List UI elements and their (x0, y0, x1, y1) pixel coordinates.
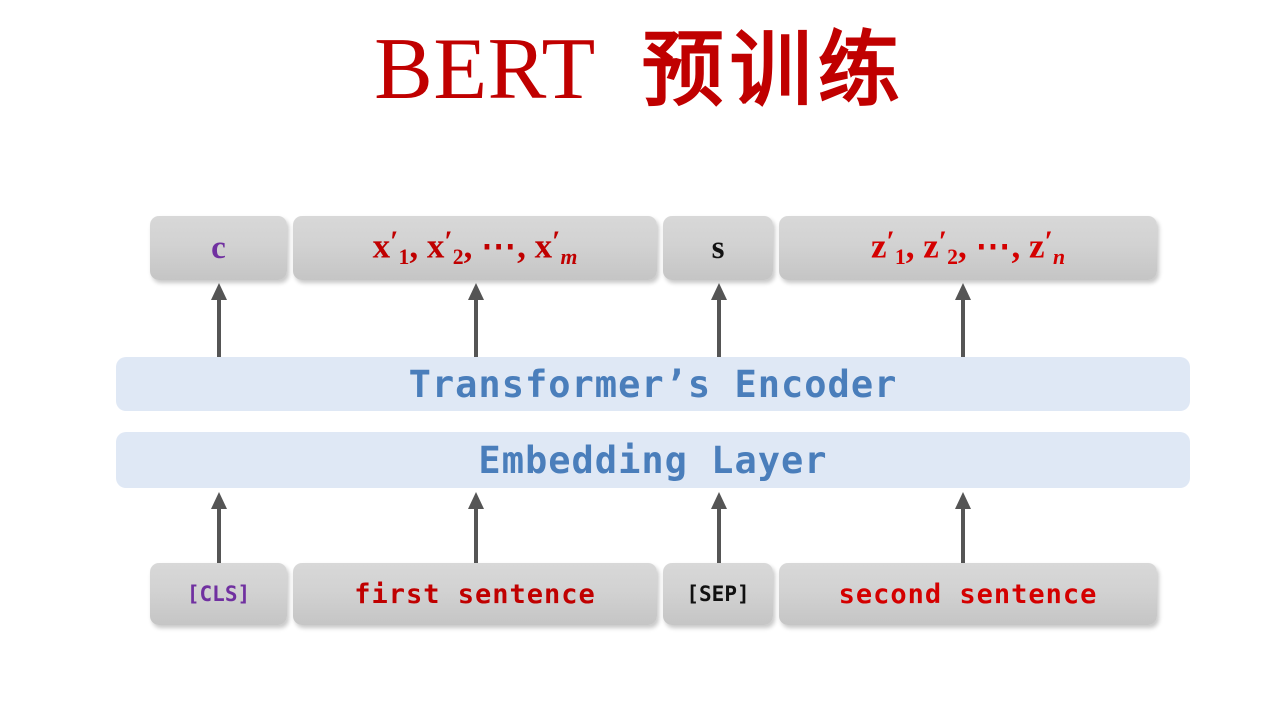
page-title-cjk: 预训练 (641, 23, 906, 118)
input-label-sep: [SEP] (686, 582, 750, 606)
input-label-cls: [CLS] (186, 582, 251, 606)
page-title-en: BERT (374, 21, 596, 118)
arrow-x (468, 283, 484, 357)
output-label-c: c (211, 229, 226, 266)
input-label-first-sentence: first sentence (354, 578, 596, 610)
layer-embedding-layer[interactable]: Embedding Layer (116, 432, 1190, 488)
layer-label-embedding-layer: Embedding Layer (478, 438, 828, 482)
output-box-z-sequence[interactable]: z′1, z′2, ⋯, z′n (779, 216, 1157, 280)
arrow-second (955, 492, 971, 564)
arrow-z (955, 283, 971, 357)
arrow-c (211, 283, 227, 357)
layer-label-transformer-encoder: Transformer’s Encoder (408, 362, 898, 406)
output-label-s: s (711, 229, 725, 266)
input-box-sep[interactable]: [SEP] (663, 563, 773, 625)
layer-transformer-encoder[interactable]: Transformer’s Encoder (116, 357, 1190, 411)
page-title: BERT 预训练 (0, 22, 1280, 117)
output-label-x-sequence: x′1, x′2, ⋯, x′m (372, 225, 578, 270)
input-box-second-sentence[interactable]: second sentence (779, 563, 1157, 625)
output-box-x-sequence[interactable]: x′1, x′2, ⋯, x′m (293, 216, 657, 280)
arrow-cls (211, 492, 227, 564)
arrow-sep (711, 492, 727, 564)
output-box-c[interactable]: c (150, 216, 287, 280)
input-label-second-sentence: second sentence (838, 578, 1098, 610)
bert-pretraining-diagram: BERT 预训练 c x′1, x′2, ⋯, x′m s z′1, z′2, ⋯… (0, 0, 1280, 720)
input-box-first-sentence[interactable]: first sentence (293, 563, 657, 625)
output-label-z-sequence: z′1, z′2, ⋯, z′n (870, 225, 1065, 270)
arrow-s (711, 283, 727, 357)
output-box-s[interactable]: s (663, 216, 773, 280)
input-box-cls[interactable]: [CLS] (150, 563, 287, 625)
arrow-first (468, 492, 484, 564)
